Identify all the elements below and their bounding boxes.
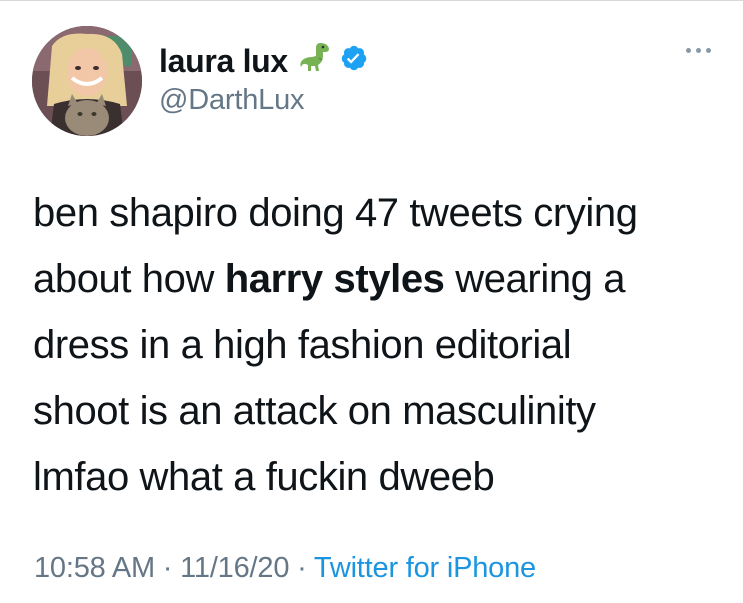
tweet-line: lmfao what a fuckin dweeb xyxy=(33,455,495,499)
display-name-text: laura lux xyxy=(159,43,288,79)
verified-badge-icon xyxy=(340,43,368,80)
display-name[interactable]: laura lux xyxy=(159,40,368,82)
tweet-line: ben shapiro doing 47 tweets crying xyxy=(33,191,638,235)
more-dot xyxy=(686,48,691,53)
tweet-bold-text: harry styles xyxy=(224,257,445,301)
t-rex-icon xyxy=(298,40,332,82)
avatar[interactable] xyxy=(32,26,142,136)
tweet-meta: 10:58 AM · 11/16/20 · Twitter for iPhone xyxy=(34,552,536,585)
meta-separator: · xyxy=(289,552,314,584)
meta-separator: · xyxy=(154,552,181,584)
more-dot xyxy=(706,48,711,53)
tweet-time[interactable]: 10:58 AM xyxy=(34,552,155,584)
tweet-source-link[interactable]: Twitter for iPhone xyxy=(314,552,536,584)
tweet-text-segment: about how xyxy=(33,257,225,301)
tweet-date[interactable]: 11/16/20 xyxy=(180,552,289,584)
tweet-line: about how harry styles wearing a xyxy=(33,246,723,312)
tweet-text-segment: wearing a xyxy=(444,257,626,301)
tweet-line: shoot is an attack on masculinity xyxy=(33,389,596,433)
tweet-text: ben shapiro doing 47 tweets crying about… xyxy=(33,180,723,510)
top-divider xyxy=(0,0,743,1)
more-dot xyxy=(696,48,701,53)
tweet-line: dress in a high fashion editorial xyxy=(33,323,572,367)
user-handle[interactable]: @DarthLux xyxy=(159,84,305,117)
more-options-icon[interactable] xyxy=(686,48,711,53)
